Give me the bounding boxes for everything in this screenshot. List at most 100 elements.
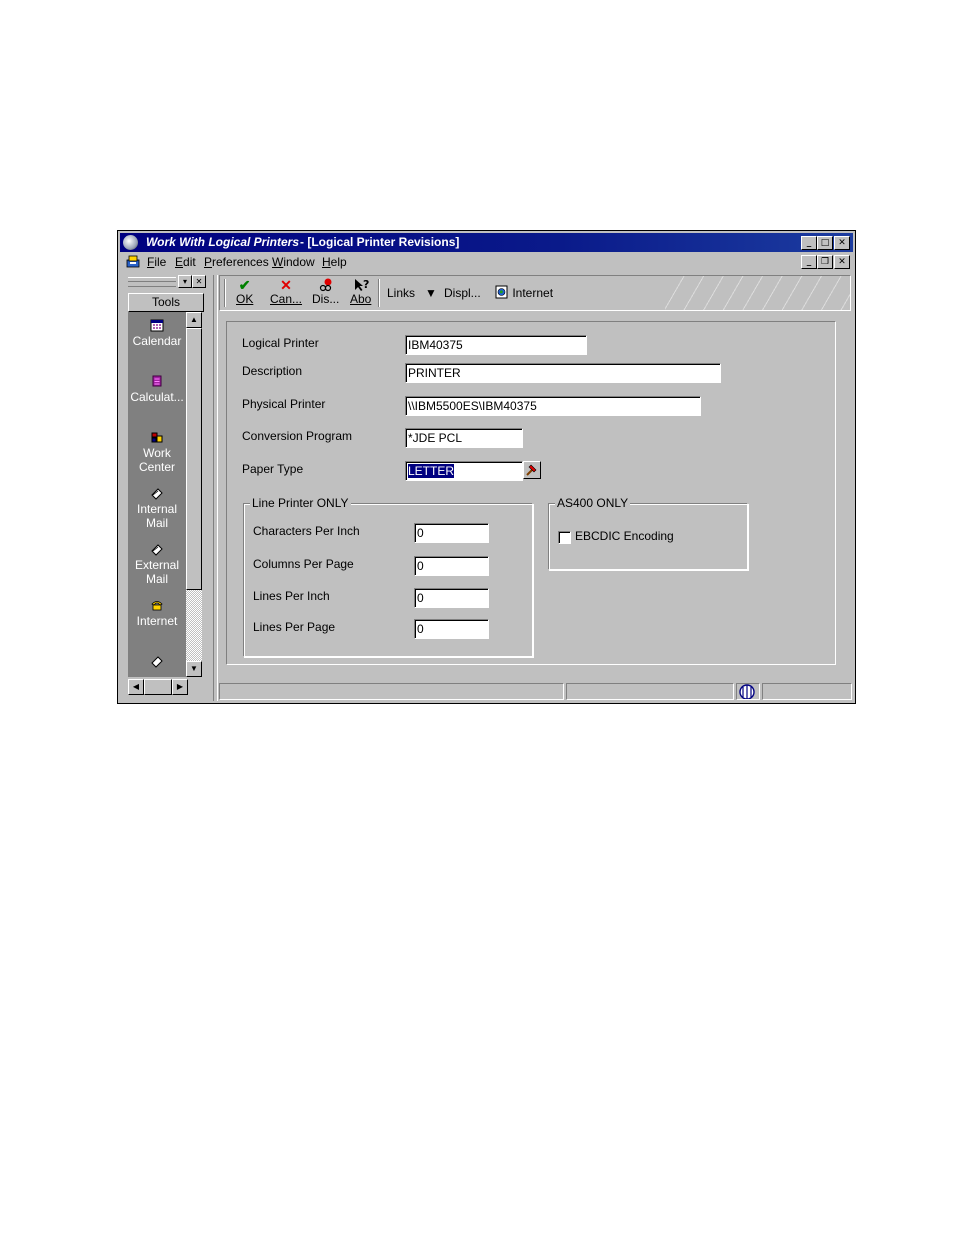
display-icon	[319, 278, 332, 292]
display-menu[interactable]: Displ...	[444, 286, 481, 300]
lpi-label: Lines Per Inch	[253, 589, 330, 603]
close-button[interactable]: ✕	[834, 236, 850, 250]
ok-button[interactable]: ✔ OK	[236, 278, 253, 306]
tools-header[interactable]: Tools	[128, 293, 204, 312]
calendar-icon	[150, 319, 164, 332]
cpp-label: Columns Per Page	[253, 557, 354, 571]
logical-printer-field[interactable]: IBM40375	[405, 335, 587, 355]
cpp-field[interactable]: 0	[414, 556, 489, 576]
panel-grip[interactable]	[128, 277, 176, 287]
work-center-icon	[151, 432, 163, 443]
status-panel-1	[219, 683, 564, 700]
toolbar-background	[665, 276, 850, 310]
scroll-left-button[interactable]: ◀	[128, 679, 144, 695]
form-panel: Logical Printer IBM40375 Description PRI…	[226, 321, 836, 665]
hscroll-thumb[interactable]	[144, 679, 172, 695]
panel-dropdown-button[interactable]: ▾	[178, 275, 192, 288]
document-title: - [Logical Printer Revisions]	[300, 235, 460, 249]
panel-splitter[interactable]	[213, 275, 218, 701]
maximize-button[interactable]: □	[817, 236, 833, 250]
tool-label: Work Center	[138, 446, 176, 474]
description-label: Description	[242, 364, 303, 378]
child-close-button[interactable]: ✕	[834, 255, 850, 269]
physical-printer-label: Physical Printer	[242, 397, 326, 411]
scroll-right-button[interactable]: ▶	[172, 679, 188, 695]
menu-edit[interactable]: Edit	[175, 255, 196, 269]
about-button[interactable]: ? Abo	[350, 278, 371, 306]
description-field[interactable]: PRINTER	[405, 363, 721, 383]
help-pointer-icon: ?	[354, 278, 369, 291]
child-restore-button[interactable]: ❐	[817, 255, 833, 269]
scroll-thumb[interactable]	[186, 328, 202, 590]
calculator-icon	[152, 375, 162, 387]
minimize-button[interactable]: _	[801, 236, 817, 250]
tool-label: Internal Mail	[136, 502, 178, 530]
tools-list: Calendar Calculat... Work Center Interna…	[128, 312, 186, 677]
logical-printer-label: Logical Printer	[242, 336, 319, 350]
ok-label: OK	[236, 292, 254, 306]
tool-work-center[interactable]: Work Center	[128, 430, 186, 474]
scroll-up-button[interactable]: ▲	[186, 312, 202, 328]
toolbar-grip	[224, 279, 226, 307]
links-menu[interactable]: Links	[387, 286, 415, 300]
tool-calculator[interactable]: Calculat...	[128, 374, 186, 404]
svg-text:?: ?	[363, 278, 369, 291]
tool-label: External Mail	[134, 558, 180, 586]
paper-type-field[interactable]: LETTER	[405, 461, 523, 481]
menu-window[interactable]: Window	[272, 255, 315, 269]
tool-internet[interactable]: Internet	[128, 598, 186, 628]
line-printer-group-title: Line Printer ONLY	[250, 496, 351, 510]
toolbar-separator	[378, 279, 380, 307]
tool-calendar[interactable]: Calendar	[128, 318, 186, 348]
status-panel-2	[566, 683, 755, 700]
tool-external-mail[interactable]: External Mail	[128, 542, 186, 586]
display-button[interactable]: Dis...	[312, 278, 339, 306]
checkmark-icon: ✔	[238, 277, 251, 293]
paper-type-selected-text: LETTER	[408, 464, 455, 478]
internal-mail-icon	[151, 488, 163, 500]
cpi-field[interactable]: 0	[414, 523, 489, 543]
cancel-label: Can...	[270, 292, 303, 306]
as400-group-title: AS400 ONLY	[555, 496, 631, 510]
mail-icon	[151, 656, 163, 668]
tools-panel: ▾ ✕ Tools Calendar Calculat... Work Cent…	[126, 275, 210, 701]
menu-help[interactable]: Help	[322, 255, 347, 269]
menu-bar: File Edit Preferences Window Help _ ❐ ✕	[120, 253, 853, 271]
tools-horizontal-scrollbar[interactable]: ◀ ▶	[128, 679, 202, 695]
visual-assist-button[interactable]	[523, 461, 541, 479]
internet-label: Internet	[512, 286, 554, 300]
ebcdic-checkbox[interactable]	[558, 531, 571, 544]
ebcdic-label[interactable]: EBCDIC Encoding	[575, 529, 674, 543]
internet-button[interactable]: Internet	[495, 285, 553, 300]
panel-close-button[interactable]: ✕	[192, 275, 206, 288]
cancel-button[interactable]: ✕ Can...	[270, 278, 302, 306]
lpp-field[interactable]: 0	[414, 619, 489, 639]
tools-vertical-scrollbar[interactable]: ▲ ▼	[186, 312, 202, 677]
tool-more[interactable]	[128, 654, 186, 677]
conversion-program-field[interactable]: *JDE PCL	[405, 428, 523, 448]
lpi-field[interactable]: 0	[414, 588, 489, 608]
status-panel-4	[762, 683, 852, 700]
panel-grip-line	[128, 281, 176, 282]
menu-preferences[interactable]: Preferences	[204, 255, 269, 269]
dropdown-arrow-icon[interactable]: ▼	[425, 286, 437, 300]
title-bar[interactable]: Work With Logical Printers - [Logical Pr…	[120, 233, 853, 252]
toolbar: ✔ OK ✕ Can... Dis... ? Abo Links ▼ Displ…	[219, 275, 851, 311]
external-mail-icon	[151, 544, 163, 556]
physical-printer-field[interactable]: \\IBM5500ES\IBM40375	[405, 396, 701, 416]
internet-icon	[495, 285, 508, 299]
tool-internal-mail[interactable]: Internal Mail	[128, 486, 186, 530]
x-icon: ✕	[280, 277, 292, 293]
child-minimize-button[interactable]: _	[801, 255, 817, 269]
menu-file[interactable]: File	[147, 255, 166, 269]
application-icon[interactable]	[126, 254, 140, 268]
as400-group: AS400 ONLY EBCDIC Encoding	[548, 496, 748, 570]
paper-type-label: Paper Type	[242, 462, 304, 476]
conversion-program-label: Conversion Program	[242, 429, 353, 443]
globe-icon[interactable]	[123, 235, 138, 250]
tool-label: Calculat...	[130, 390, 184, 404]
tool-label: Calendar	[132, 334, 182, 348]
tool-label: Internet	[136, 614, 178, 628]
line-printer-group: Line Printer ONLY Characters Per Inch 0 …	[243, 496, 533, 657]
scroll-down-button[interactable]: ▼	[186, 661, 202, 677]
